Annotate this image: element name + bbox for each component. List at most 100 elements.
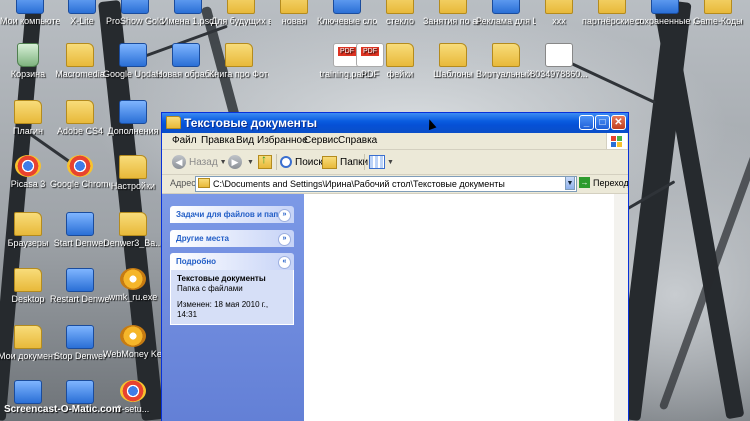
menu-file[interactable]: Файл	[172, 135, 197, 146]
desktop-icon[interactable]: Шаблоны	[423, 43, 483, 79]
desktop-icon-label: сохраненные пароли.txt	[635, 16, 695, 26]
chevron-down-icon[interactable]: »	[278, 209, 291, 222]
desktop-icon-label: Настройки	[110, 181, 156, 191]
folder-icon	[14, 325, 42, 349]
chevron-up-icon[interactable]: «	[278, 256, 291, 269]
menu-edit[interactable]: Правка	[201, 135, 235, 146]
menu-tools[interactable]: Сервис	[304, 135, 338, 146]
desktop-icon[interactable]: Реклама для Live Works	[476, 0, 536, 26]
folders-button[interactable]: Папки	[322, 153, 368, 171]
app-icon	[119, 100, 147, 124]
desktop-icon[interactable]: Новая обработка.zip	[156, 43, 216, 79]
views-button[interactable]: ▼	[369, 153, 394, 171]
panel-details[interactable]: Подробно «	[170, 253, 294, 270]
desktop-icon-label: Start Denwer	[53, 238, 107, 248]
desktop-icon-label: Книга про Фотошоп	[209, 69, 269, 79]
address-dropdown-button[interactable]: ▼	[565, 176, 575, 190]
go-button[interactable]: → Переход	[579, 177, 628, 188]
chevron-down-icon[interactable]: »	[278, 233, 291, 246]
task-pane: Задачи для файлов и папок » Другие места…	[162, 194, 304, 421]
menu-view[interactable]: Вид	[236, 135, 254, 146]
maximize-button[interactable]: □	[595, 115, 610, 130]
desktop-icon[interactable]: стекло	[370, 0, 430, 26]
vertical-scrollbar[interactable]	[614, 194, 628, 421]
file-list-area[interactable]	[304, 194, 628, 421]
desktop-icon-label: фейки	[386, 69, 414, 79]
desktop-icon[interactable]: Restart Denwer	[50, 268, 110, 304]
desktop-icon-label: Ключевые слова.doc	[317, 16, 377, 26]
desktop-icon-label: xxx	[552, 16, 566, 26]
app-icon	[66, 325, 94, 349]
desktop-icon-label: 8034978860...	[530, 69, 588, 79]
desktop-icon[interactable]: Настройки	[103, 155, 163, 191]
desktop-icon[interactable]: Ключевые слова.doc	[317, 0, 377, 26]
menu-favorites[interactable]: Избранное	[257, 135, 308, 146]
title-bar[interactable]: Текстовые документы _ □ ✕	[162, 113, 628, 133]
desktop-icon[interactable]: Имена 1.psd	[158, 0, 218, 26]
desktop-icon[interactable]: партнёрские проекты	[582, 0, 642, 26]
desktop-icon[interactable]: Для будущих видеоуроков	[211, 0, 271, 26]
desktop-icon-label: wmk_ru.exe	[108, 292, 158, 302]
desktop-icon-label: Google Updater.exe	[103, 69, 163, 79]
back-button[interactable]: ◀ Назад ▼	[172, 153, 227, 171]
address-input[interactable]: C:\Documents and Settings\Ирина\Рабочий …	[195, 176, 577, 192]
chevron-down-icon: ▼	[387, 158, 394, 166]
toolbar-separator	[364, 154, 365, 170]
desktop-icon[interactable]: Game-Коды	[688, 0, 748, 26]
app-icon	[68, 0, 96, 14]
minimize-button[interactable]: _	[579, 115, 594, 130]
desktop-icon-label: Restart Denwer	[50, 294, 110, 304]
desktop-icon[interactable]: Мои компьютер	[0, 0, 60, 26]
desktop-icon[interactable]: Stop Denwer	[50, 325, 110, 361]
panel-other-places[interactable]: Другие места »	[170, 230, 294, 247]
desktop-icon[interactable]: Macromedia	[50, 43, 110, 79]
desktop-icon[interactable]: ProShow Gold	[105, 0, 165, 26]
app-icon	[492, 0, 520, 14]
desktop-icon-label: стекло	[386, 16, 414, 26]
close-button[interactable]: ✕	[611, 115, 626, 130]
up-button[interactable]	[258, 152, 272, 171]
desktop-icon[interactable]: 8034978860...	[529, 43, 589, 79]
desktop-icon-label: Game-Коды	[693, 16, 743, 26]
panel-file-tasks-title: Задачи для файлов и папок	[176, 210, 288, 219]
desktop-icon[interactable]: Google Updater.exe	[103, 43, 163, 79]
desktop-icon[interactable]: сохраненные пароли.txt	[635, 0, 695, 26]
desktop-icon-label: Новая обработка.zip	[156, 69, 216, 79]
folder-icon	[14, 268, 42, 292]
desktop-icon[interactable]: фейки	[370, 43, 430, 79]
desktop-icon[interactable]: новая	[264, 0, 324, 26]
desktop-icon[interactable]: Adobe CS4	[50, 100, 110, 136]
back-arrow-icon: ◀	[172, 155, 186, 169]
desktop-icon-label: Шаблоны	[433, 69, 473, 79]
app-icon	[14, 380, 42, 404]
desktop-icon[interactable]: Книга про Фотошоп	[209, 43, 269, 79]
desktop-icon[interactable]: wmk_ru.exe	[103, 268, 163, 302]
desktop-icon[interactable]: Виртуальный Фотограф	[476, 43, 536, 79]
desktop-icon[interactable]: Google Chrome	[50, 155, 110, 189]
search-button[interactable]: Поиск	[280, 153, 323, 171]
app-icon	[66, 268, 94, 292]
folder-icon	[545, 0, 573, 14]
search-icon	[280, 156, 292, 168]
desktop-icon[interactable]: Дополнения	[103, 100, 163, 136]
panel-file-tasks[interactable]: Задачи для файлов и папок »	[170, 206, 294, 223]
app-icon	[121, 0, 149, 14]
desktop-icon[interactable]: xxx	[529, 0, 589, 26]
desktop-icon[interactable]: WebMoney Keeper Clas...	[103, 325, 163, 359]
desktop-icon[interactable]	[50, 380, 110, 406]
desktop-icon[interactable]: Denwer3_Ba...	[103, 212, 163, 248]
forward-button[interactable]: ▶ ▼	[228, 153, 254, 171]
details-type: Папка с файлами	[177, 284, 243, 293]
watermark: Screencast-O-Matic.com	[4, 404, 121, 415]
explorer-window[interactable]: Текстовые документы _ □ ✕ Файл Правка Ви…	[162, 113, 628, 421]
forward-arrow-icon: ▶	[228, 155, 242, 169]
details-body: Текстовые документы Папка с файлами Изме…	[170, 270, 294, 325]
desktop-icon[interactable]: Start Denwer	[50, 212, 110, 248]
folder-icon	[227, 0, 255, 14]
desktop-icon[interactable]: Занятия по английскому	[423, 0, 483, 26]
menu-help[interactable]: Справка	[338, 135, 377, 146]
folder-icon	[198, 178, 210, 188]
desktop-icon-label: новая	[281, 16, 307, 26]
panel-other-places-title: Другие места	[176, 234, 229, 243]
desktop-icon[interactable]: X-Lite	[52, 0, 112, 26]
